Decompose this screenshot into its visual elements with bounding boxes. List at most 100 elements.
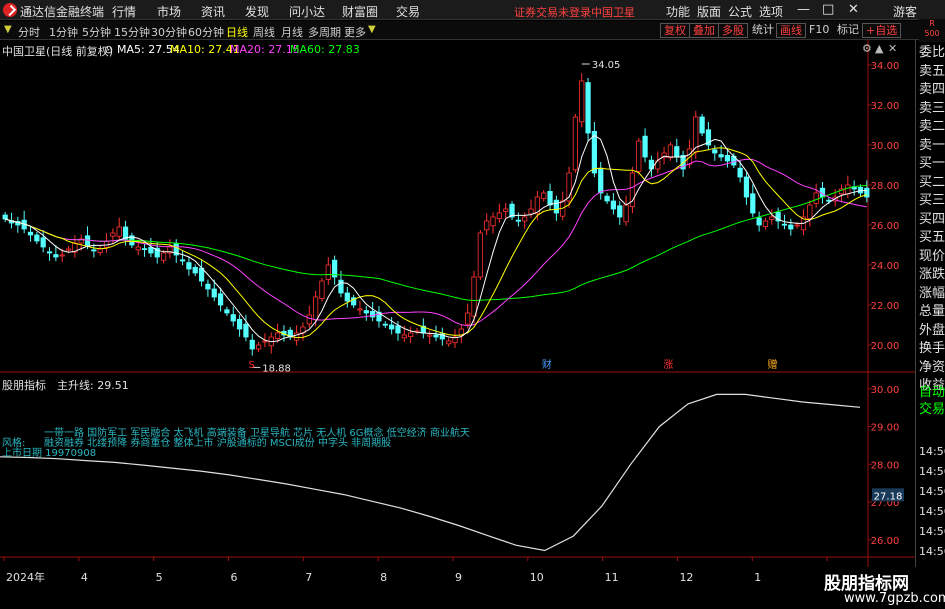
candle-body bbox=[186, 262, 192, 270]
right-panel-item[interactable]: 买二 bbox=[919, 175, 945, 191]
candle-body bbox=[211, 288, 217, 298]
dropdown-icon[interactable]: ▼ bbox=[4, 24, 12, 35]
ind-y-tick-label: 28.00 bbox=[871, 460, 900, 471]
menu-news[interactable]: 资讯 bbox=[201, 3, 225, 20]
more-dropdown-icon[interactable]: ▼ bbox=[368, 24, 376, 35]
candle-body bbox=[743, 176, 750, 198]
candle-body bbox=[769, 216, 775, 220]
candle-body bbox=[274, 332, 281, 339]
right-panel-item[interactable]: 换手 bbox=[919, 341, 945, 357]
right-panel-item[interactable]: 买一 bbox=[919, 156, 945, 172]
right-panel-item[interactable]: 委比 bbox=[919, 45, 945, 61]
x-tick-label: 12 bbox=[679, 571, 693, 584]
right-panel-item[interactable]: 现价 bbox=[919, 249, 945, 265]
candle-body bbox=[813, 192, 819, 204]
panel-close-icon[interactable]: ✕ bbox=[888, 42, 897, 55]
period-multi[interactable]: 多周期 bbox=[308, 24, 341, 40]
event-marker: 涨 bbox=[663, 359, 673, 371]
multi-stock-button[interactable]: 多股 bbox=[718, 23, 748, 38]
settings-icon[interactable]: ⊙ bbox=[104, 43, 113, 56]
period-1min[interactable]: 1分钟 bbox=[49, 24, 78, 40]
right-panel-item[interactable]: 净资 bbox=[919, 360, 945, 376]
right-panel-item[interactable]: 涨幅 bbox=[919, 286, 945, 302]
right-panel-item[interactable]: 卖二 bbox=[919, 119, 945, 135]
menu-layout[interactable]: 版面 bbox=[697, 3, 721, 20]
header-stock-name: 中国卫星 bbox=[591, 6, 635, 19]
auto-trade-item[interactable]: 自动 bbox=[919, 385, 945, 401]
candle-body bbox=[141, 248, 148, 251]
menu-function[interactable]: 功能 bbox=[666, 3, 690, 20]
candle-body bbox=[325, 264, 331, 280]
period-5min[interactable]: 5分钟 bbox=[82, 24, 111, 40]
candle-body bbox=[528, 208, 534, 215]
restore-rights-button[interactable]: 复权 bbox=[660, 23, 690, 38]
candle-body bbox=[313, 296, 319, 321]
chart-area[interactable]: 34.00 32.00 30.00 28.00 26.00 24.00 22.00 20.00… bbox=[0, 40, 915, 609]
right-panel-item[interactable]: 外盘 bbox=[919, 323, 945, 339]
candle-body bbox=[724, 155, 731, 162]
right-panel-item[interactable]: 涨跌 bbox=[919, 267, 945, 283]
candle-body bbox=[737, 167, 743, 178]
candle-body bbox=[674, 146, 680, 158]
price-chart[interactable]: 34.00 32.00 30.00 28.00 26.00 24.00 22.00 20.00… bbox=[0, 40, 915, 609]
period-daily[interactable]: 日线 bbox=[226, 24, 248, 40]
candle-body bbox=[807, 204, 813, 219]
main-rise-line bbox=[0, 393, 861, 552]
menu-ask[interactable]: 问小达 bbox=[289, 3, 325, 20]
add-watchlist-button[interactable]: +自选 bbox=[862, 23, 902, 38]
maximize-icon[interactable]: □ bbox=[822, 2, 834, 17]
candle-body bbox=[262, 340, 268, 343]
badge-bottom: 500 bbox=[924, 29, 940, 38]
login-warning[interactable]: 证券交易未登录 bbox=[514, 4, 591, 20]
right-panel-item[interactable]: 买三 bbox=[919, 193, 945, 209]
menu-market[interactable]: 市场 bbox=[157, 3, 181, 20]
menu-options[interactable]: 选项 bbox=[759, 3, 783, 20]
statistics-button[interactable]: 统计 bbox=[749, 23, 777, 38]
menu-formula[interactable]: 公式 bbox=[728, 3, 752, 20]
menu-trade[interactable]: 交易 bbox=[396, 3, 420, 20]
right-panel-item[interactable]: 卖四 bbox=[919, 82, 945, 98]
guest-button[interactable]: 游客 bbox=[893, 3, 917, 20]
period-30min[interactable]: 30分钟 bbox=[151, 24, 187, 40]
period-15min[interactable]: 15分钟 bbox=[114, 24, 150, 40]
y-tick-label: 26.00 bbox=[871, 221, 900, 232]
candle-body bbox=[344, 292, 350, 302]
menu-wealth[interactable]: 财富圈 bbox=[342, 3, 378, 20]
menu-discover[interactable]: 发现 bbox=[245, 3, 269, 20]
y-tick-label: 20.00 bbox=[871, 341, 900, 352]
right-panel-item[interactable]: 买四 bbox=[919, 212, 945, 228]
ind-y-tick-label: 26.00 bbox=[871, 536, 900, 547]
draw-line-button[interactable]: 画线 bbox=[776, 23, 806, 38]
candle-body bbox=[484, 220, 490, 231]
period-more[interactable]: 更多 bbox=[344, 24, 366, 40]
right-panel-item[interactable]: 总量 bbox=[919, 304, 945, 320]
menu-quotes[interactable]: 行情 bbox=[112, 3, 136, 20]
candle-body bbox=[401, 334, 407, 339]
right-panel: 委比 卖五 卖四 卖三 卖二 卖一 买一 买二 买三 买四 买五 现价 涨跌 涨幅 总量 外盘 换手 净资 收益 自动… bbox=[915, 40, 945, 609]
period-toolbar: ▼ 分时 1分钟 5分钟 15分钟 30分钟 60分钟 日线 周线 月线 多周期… bbox=[0, 21, 945, 40]
collapse-icon[interactable]: ▲ bbox=[875, 42, 883, 55]
period-intraday[interactable]: 分时 bbox=[18, 24, 40, 40]
close-icon[interactable]: ✕ bbox=[848, 2, 859, 17]
candle-body bbox=[762, 220, 769, 227]
overlay-button[interactable]: 叠加 bbox=[689, 23, 719, 38]
right-panel-item[interactable]: 买五 bbox=[919, 230, 945, 246]
minimize-icon[interactable]: — bbox=[797, 2, 810, 17]
candle-body bbox=[750, 193, 756, 214]
right-panel-item[interactable]: 卖一 bbox=[919, 138, 945, 154]
candle-body bbox=[547, 190, 553, 206]
settings-gear-icon[interactable]: ⚙ bbox=[862, 42, 872, 55]
candle-body bbox=[97, 248, 103, 253]
period-60min[interactable]: 60分钟 bbox=[188, 24, 224, 40]
mark-button[interactable]: 标记 bbox=[834, 23, 862, 38]
period-weekly[interactable]: 周线 bbox=[253, 24, 275, 40]
candle-body bbox=[465, 312, 471, 325]
right-panel-item[interactable]: 卖三 bbox=[919, 101, 945, 117]
f10-button[interactable]: F10 bbox=[806, 23, 832, 38]
period-monthly[interactable]: 月线 bbox=[281, 24, 303, 40]
level2-badge[interactable]: R 500 bbox=[919, 19, 945, 42]
auto-trade-item[interactable]: 交易 bbox=[919, 402, 945, 418]
right-panel-item[interactable]: 卖五 bbox=[919, 64, 945, 80]
event-marker: 赠 bbox=[768, 358, 778, 371]
candle-body bbox=[2, 214, 8, 220]
